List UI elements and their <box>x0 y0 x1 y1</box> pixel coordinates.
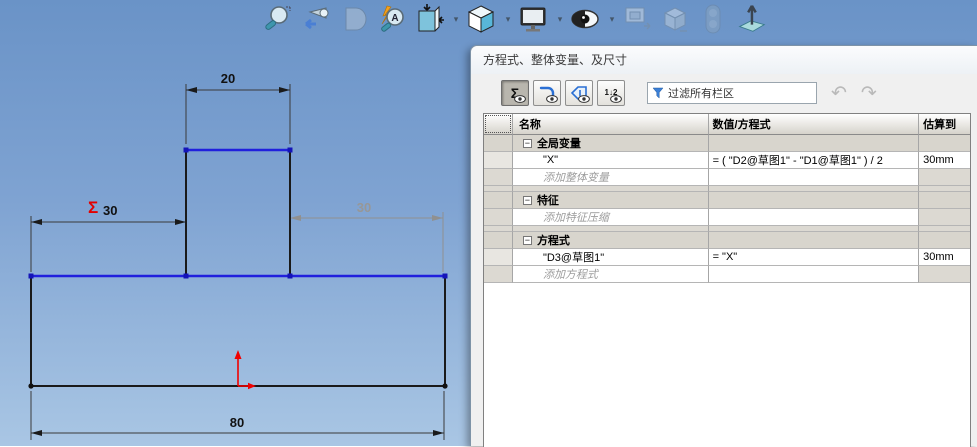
eye-icon <box>514 95 526 103</box>
dimension-right-value: 30 <box>357 200 371 215</box>
dimension-right-driven[interactable]: 30 <box>290 200 443 272</box>
add-feature-suppression-row[interactable]: 添加特征压缩 <box>484 209 970 226</box>
dimension-view-button[interactable] <box>533 80 561 106</box>
equation-view-button[interactable]: Σ <box>501 80 529 106</box>
section-global-variables: − 全局变量 <box>484 135 970 152</box>
equations-table: 名称 数值/方程式 估算到 − 全局变量 "X" = ( "D2@草图1" - … <box>483 113 971 447</box>
sketch-equation-view-button[interactable] <box>565 80 593 106</box>
sigma-equation-marker: Σ <box>88 198 98 217</box>
chevron-down-icon[interactable]: ▾ <box>554 14 566 25</box>
origin-icon <box>235 350 257 389</box>
sketch-canvas[interactable]: 20 Σ 30 30 80 <box>0 0 470 446</box>
collapse-icon[interactable]: − <box>523 196 532 205</box>
formula-cell[interactable]: = "X" <box>709 249 920 266</box>
column-header-name: 名称 <box>513 114 709 135</box>
toggle-disabled-icon[interactable] <box>696 2 730 36</box>
ordered-view-button[interactable]: 1↓2 <box>597 80 625 106</box>
dimension-top[interactable]: 20 <box>186 71 290 144</box>
dimension-bottom-value: 80 <box>230 415 244 430</box>
section-equations: − 方程式 <box>484 232 970 249</box>
formula-cell[interactable]: = ( "D2@草图1" - "D1@草图1" ) / 2 <box>709 152 920 169</box>
filter-funnel-icon <box>652 87 664 99</box>
row-selector-header <box>484 114 513 135</box>
variable-name-cell[interactable]: "X" <box>513 152 709 169</box>
table-header-row: 名称 数值/方程式 估算到 <box>484 114 970 135</box>
equations-dialog: 方程式、整体变量、及尺寸 Σ 1↓2 <box>470 45 977 446</box>
dialog-title: 方程式、整体变量、及尺寸 <box>471 46 977 74</box>
hide-show-items-icon[interactable] <box>568 2 602 36</box>
edit-appearance-disabled-icon[interactable] <box>620 2 654 36</box>
redo-icon[interactable]: ↷ <box>861 84 877 103</box>
filter-input[interactable]: 过滤所有栏区 <box>647 82 817 104</box>
view-settings-icon[interactable] <box>516 2 550 36</box>
normal-to-icon[interactable] <box>734 2 768 36</box>
collapse-icon[interactable]: − <box>523 139 532 148</box>
evaluates-cell: 30mm <box>919 249 970 266</box>
dimension-left[interactable]: Σ 30 <box>31 198 186 272</box>
dialog-toolbar: Σ 1↓2 过滤所有栏区 ↶ <box>471 74 977 112</box>
scene-disabled-icon[interactable] <box>658 2 692 36</box>
dimension-top-value: 20 <box>221 71 235 86</box>
eye-icon <box>578 95 590 103</box>
chevron-down-icon[interactable]: ▾ <box>502 14 514 25</box>
variable-name-cell[interactable]: "D3@草图1" <box>513 249 709 266</box>
chevron-down-icon[interactable]: ▾ <box>606 14 618 25</box>
dimension-bottom[interactable]: 80 <box>31 391 444 440</box>
table-row-global-x[interactable]: "X" = ( "D2@草图1" - "D1@草图1" ) / 2 30mm <box>484 152 970 169</box>
eye-icon <box>610 95 622 103</box>
column-header-evaluates: 估算到 <box>919 114 970 135</box>
add-equation-row[interactable]: 添加方程式 <box>484 266 970 283</box>
add-global-variable-row[interactable]: 添加整体变量 <box>484 169 970 186</box>
undo-icon[interactable]: ↶ <box>831 84 847 103</box>
evaluates-cell: 30mm <box>919 152 970 169</box>
collapse-icon[interactable]: − <box>523 236 532 245</box>
dimension-left-value: 30 <box>103 203 117 218</box>
table-row-equation-d3[interactable]: "D3@草图1" = "X" 30mm <box>484 249 970 266</box>
eye-icon <box>546 95 558 103</box>
section-features: − 特征 <box>484 192 970 209</box>
column-header-formula: 数值/方程式 <box>709 114 920 135</box>
